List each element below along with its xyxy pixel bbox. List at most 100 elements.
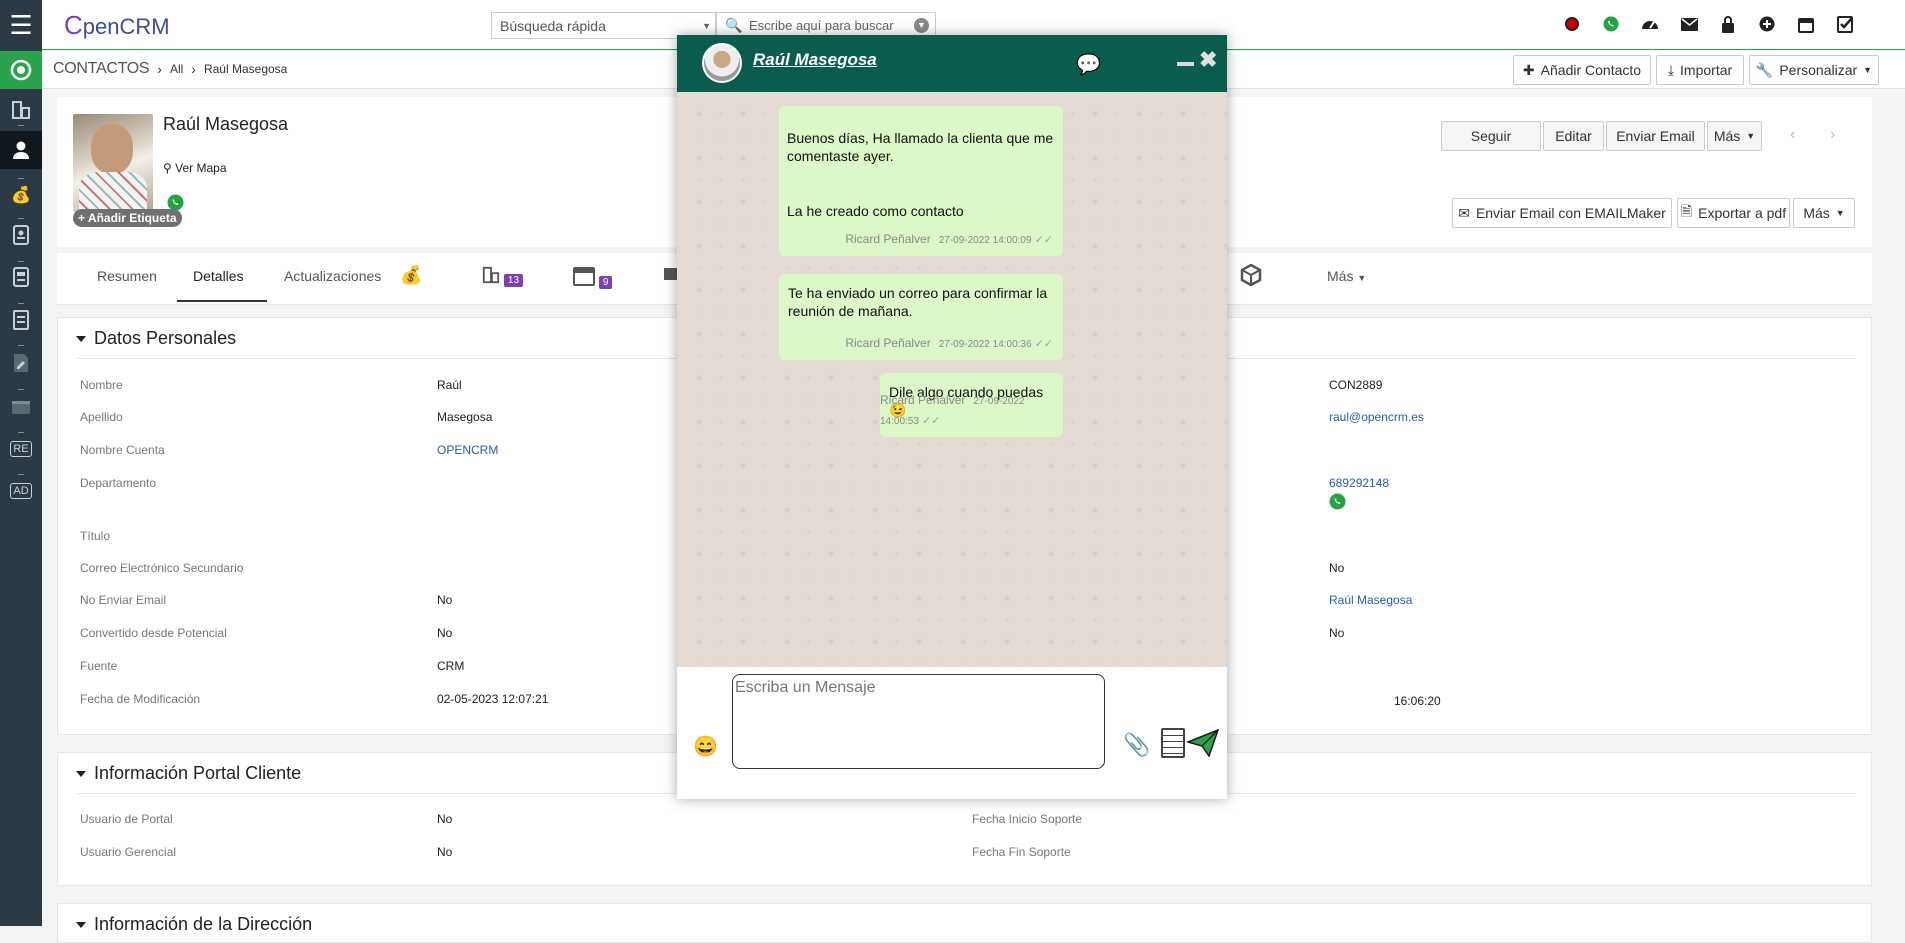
breadcrumb-module[interactable]: CONTACTOS xyxy=(53,60,150,78)
organizations-icon xyxy=(482,266,500,284)
double-check-icon: ✓✓ xyxy=(1034,234,1053,246)
hamburger-menu-icon[interactable]: ☰ xyxy=(0,0,42,50)
opencrm-logo[interactable]: CpenCRM xyxy=(64,10,170,41)
message-input[interactable]: Escriba un Mensaje xyxy=(732,674,1105,769)
whatsapp-icon[interactable] xyxy=(1329,493,1346,513)
boxes-icon xyxy=(1240,263,1262,287)
whatsapp-icon[interactable] xyxy=(1601,14,1621,34)
chat-messages-area[interactable]: Buenos días, Ha llamado la clienta que m… xyxy=(677,92,1227,667)
message-meta: Ricard Peñalver 27-09-2022 14:00:53 ✓✓ xyxy=(880,391,1053,431)
address-title[interactable]: Información de la Dirección xyxy=(76,914,312,935)
view-map-label: Ver Mapa xyxy=(175,161,227,175)
dashboard-icon[interactable] xyxy=(1640,14,1660,34)
caret-down-icon: ▼ xyxy=(702,21,711,31)
breadcrumb: CONTACTOS › All › Raúl Masegosa xyxy=(53,60,287,78)
field-label: Departamento xyxy=(80,476,157,490)
contacts-icon[interactable] xyxy=(0,131,42,169)
tab-calendar[interactable]: 9 xyxy=(573,266,613,289)
message-author: Ricard Peñalver xyxy=(845,232,931,246)
tab-details[interactable]: Detalles xyxy=(177,268,267,302)
tab-summary[interactable]: Resumen xyxy=(97,268,157,284)
sidebar-item-ad[interactable]: AD xyxy=(0,480,42,502)
add-circle-icon[interactable] xyxy=(1757,14,1777,34)
previous-record-icon[interactable]: ‹ xyxy=(1790,126,1795,144)
send-icon[interactable] xyxy=(1185,728,1220,760)
breadcrumb-filter[interactable]: All xyxy=(170,62,183,76)
edit-button[interactable]: Editar xyxy=(1543,121,1604,151)
tab-organizations[interactable]: 13 xyxy=(482,266,524,287)
contact-avatar[interactable] xyxy=(73,114,153,212)
address-panel: Información de la Dirección xyxy=(57,903,1872,943)
id-card-icon[interactable] xyxy=(0,266,42,288)
more-actions-button[interactable]: Más ▼ xyxy=(1793,198,1855,228)
tab-money-bag-icon[interactable]: 💰 xyxy=(400,265,422,286)
email-link[interactable]: raul@opencrm.es xyxy=(1329,410,1424,424)
assigned-user-link[interactable]: Raúl Masegosa xyxy=(1329,593,1412,607)
message-author: Ricard Peñalver xyxy=(880,393,966,407)
export-pdf-button[interactable]: 🗎 Exportar a pdf xyxy=(1677,198,1790,228)
organizations-icon[interactable] xyxy=(0,97,42,123)
tasks-icon[interactable] xyxy=(1835,14,1855,34)
close-icon[interactable]: ✖ xyxy=(1199,47,1217,73)
field-label: Fecha Inicio Soporte xyxy=(972,812,1083,826)
more-button[interactable]: Más ▼ xyxy=(1707,121,1762,151)
file-edit-icon[interactable] xyxy=(0,352,42,374)
template-icon[interactable] xyxy=(1161,728,1185,758)
caret-down-icon: ▼ xyxy=(1357,273,1367,283)
phone-link[interactable]: 689292148 xyxy=(1329,476,1389,490)
search-icon: 🔍 xyxy=(725,17,743,33)
created-time-value: 16:06:20 xyxy=(1394,694,1441,708)
wallet-icon[interactable] xyxy=(0,396,42,418)
sidebar-item-re[interactable]: RE xyxy=(0,438,42,460)
personal-data-title[interactable]: Datos Personales xyxy=(76,328,236,349)
money-bag-icon[interactable]: 💰 xyxy=(0,184,42,206)
edit-label: Editar xyxy=(1555,128,1592,144)
collapse-icon xyxy=(76,771,86,778)
wrench-icon: 🔧 xyxy=(1755,61,1774,78)
breadcrumb-record: Raúl Masegosa xyxy=(203,62,288,76)
record-icon[interactable] xyxy=(1562,14,1582,34)
chat-contact-name[interactable]: Raúl Masegosa xyxy=(753,50,877,70)
add-contact-button[interactable]: ✚ Añadir Contacto xyxy=(1513,55,1651,85)
chat-bubbles-icon[interactable]: 💬 xyxy=(1076,52,1101,77)
emoji-icon[interactable]: 😄 xyxy=(693,734,718,759)
export-pdf-label: Exportar a pdf xyxy=(1698,205,1787,221)
tab-more[interactable]: Más ▼ xyxy=(1327,268,1366,284)
customize-button[interactable]: 🔧 Personalizar ▼ xyxy=(1749,55,1879,85)
next-record-icon[interactable]: › xyxy=(1830,126,1835,144)
mail-icon[interactable] xyxy=(1679,14,1699,34)
minimize-icon[interactable] xyxy=(1177,62,1194,66)
field-label: Fecha de Modificación xyxy=(80,692,201,706)
field-label: Convertido desde Potencial xyxy=(80,626,227,640)
tab-packages[interactable] xyxy=(1240,263,1262,289)
send-email-button[interactable]: Enviar Email xyxy=(1606,121,1705,151)
import-label: Importar xyxy=(1680,62,1733,78)
field-label: No Enviar Email xyxy=(80,593,167,607)
calendar-icon[interactable] xyxy=(1796,14,1816,34)
quick-search-select-value: Búsqueda rápida xyxy=(500,18,606,34)
personal-data-title-text: Datos Personales xyxy=(94,328,237,348)
clear-search-icon[interactable]: ▼ xyxy=(914,18,929,33)
add-tag-button[interactable]: + Añadir Etiqueta xyxy=(73,209,182,227)
tab-more-label: Más xyxy=(1327,268,1354,284)
double-check-icon: ✓✓ xyxy=(921,415,941,427)
chevron-right-icon: › xyxy=(191,61,196,77)
paperclip-icon[interactable]: 📎 xyxy=(1123,732,1150,758)
home-icon[interactable] xyxy=(0,51,42,89)
email-maker-button[interactable]: ✉ Enviar Email con EMAILMaker xyxy=(1452,198,1672,228)
message-meta: Ricard Peñalver 27-09-2022 14:00:36 ✓✓ xyxy=(845,334,1053,354)
contact-card-icon[interactable] xyxy=(0,224,42,246)
chevron-right-icon: › xyxy=(157,61,162,77)
import-button[interactable]: ⤓ Importar xyxy=(1656,55,1744,85)
view-map-link[interactable]: ⚲ Ver Mapa xyxy=(163,161,227,175)
more-label: Más xyxy=(1713,128,1741,144)
tab-badge: 9 xyxy=(598,275,613,289)
document-icon[interactable] xyxy=(0,309,42,331)
tab-updates[interactable]: Actualizaciones xyxy=(284,268,381,284)
lock-icon[interactable] xyxy=(1718,14,1738,34)
field-value: No xyxy=(437,812,453,826)
message-meta: Ricard Peñalver 27-09-2022 14:00:09 ✓✓ xyxy=(845,230,1053,250)
follow-button[interactable]: Seguir xyxy=(1441,121,1541,151)
account-link[interactable]: OPENCRM xyxy=(437,443,498,457)
portal-title[interactable]: Información Portal Cliente xyxy=(76,763,301,784)
